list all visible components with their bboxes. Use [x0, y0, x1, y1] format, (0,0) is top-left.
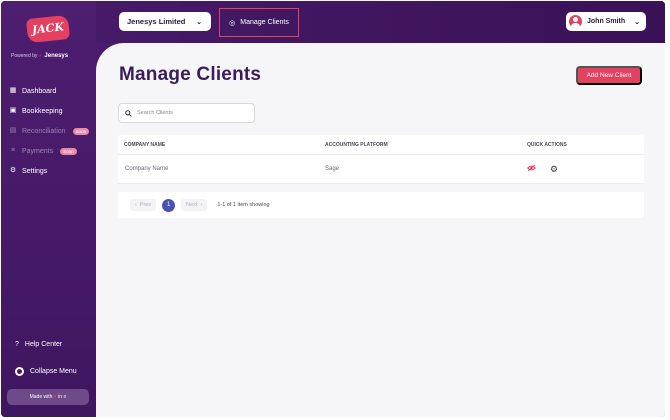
next-page-button[interactable]: Next › [181, 199, 208, 211]
jenesys-mark-icon: ✓ [38, 53, 43, 59]
sidebar: JACK Powered by ✓ Jenesys ▦ Dashboard ▣ … [1, 1, 96, 417]
search-box[interactable] [118, 103, 255, 123]
globe-icon: ◎ [229, 19, 236, 27]
sidebar-item-reconciliation[interactable]: ▤ Reconciliation Soon [9, 121, 93, 141]
manage-clients-link[interactable]: ◎ Manage Clients [219, 8, 299, 37]
soon-badge: Soon [72, 127, 90, 135]
prev-page-button[interactable]: ‹ Prev [130, 199, 157, 211]
page-title: Manage Clients [119, 64, 262, 85]
clients-table: COMPANY NAME ACCOUNTING PLATFORM QUICK A… [118, 135, 644, 184]
made-in-label: in [58, 394, 63, 400]
user-menu[interactable]: John Smith ⌄ [566, 12, 646, 31]
search-icon [125, 109, 132, 117]
soon-badge: Soon [60, 147, 77, 155]
prev-label: Prev [139, 202, 152, 208]
table-header: COMPANY NAME ACCOUNTING PLATFORM QUICK A… [118, 135, 644, 155]
main-panel: Manage Clients Add New Client COMPANY NA… [96, 43, 665, 417]
settings-gear-icon[interactable]: ⚙ [550, 164, 558, 175]
help-center-link[interactable]: ? Help Center [15, 341, 62, 348]
sidebar-item-dashboard[interactable]: ▦ Dashboard [9, 81, 93, 101]
sidebar-item-settings[interactable]: ⚙ Settings [9, 161, 93, 181]
sidebar-item-label: Reconciliation [22, 127, 66, 135]
manage-clients-label: Manage Clients [240, 19, 289, 26]
quick-actions-cell: ⚙ [523, 164, 644, 175]
app-window: JACK Powered by ✓ Jenesys ▦ Dashboard ▣ … [1, 1, 665, 417]
powered-brand: Jenesys [44, 53, 69, 59]
collapse-icon [15, 367, 24, 376]
sidebar-nav: ▦ Dashboard ▣ Bookkeeping ▤ Reconciliati… [9, 81, 93, 181]
eye-off-icon[interactable] [527, 164, 536, 174]
company-select-value: Jenesys Limited [127, 17, 186, 26]
column-header-actions: QUICK ACTIONS [527, 141, 567, 148]
powered-by-label: Powered by [11, 53, 38, 59]
company-select[interactable]: Jenesys Limited ⌄ [119, 12, 211, 31]
gear-icon: ⚙ [9, 167, 17, 174]
sidebar-item-label: Bookkeeping [22, 107, 63, 115]
column-header-platform: ACCOUNTING PLATFORM [325, 141, 388, 148]
collapse-menu-button[interactable]: Collapse Menu [15, 367, 77, 376]
pagination: ‹ Prev 1 Next › 1-1 of 1 item showing [118, 192, 644, 218]
jack-logo[interactable]: JACK [25, 14, 71, 44]
chevron-right-icon: › [200, 202, 203, 208]
add-new-client-button[interactable]: Add New Client [576, 66, 642, 85]
book-icon: ▣ [9, 107, 17, 114]
heart-icon: ♥ [53, 394, 57, 400]
user-name: John Smith [587, 18, 626, 25]
company-name-cell: Company Name [125, 166, 169, 172]
search-input[interactable] [137, 110, 247, 116]
sidebar-item-label: Dashboard [22, 87, 57, 95]
pagination-info: 1-1 of 1 item showing [217, 202, 270, 208]
sidebar-item-label: Settings [22, 167, 48, 175]
page-number-current[interactable]: 1 [162, 198, 176, 212]
grid-icon: ▦ [9, 87, 17, 94]
chevron-left-icon: ‹ [135, 202, 137, 208]
sidebar-item-payments[interactable]: ≡ Payments Soon [9, 141, 93, 161]
column-header-company: COMPANY NAME [124, 141, 166, 148]
chevron-down-icon: ⌄ [196, 18, 202, 26]
platform-cell: Sage [325, 166, 340, 172]
table-row: Company Name Sage ⚙ [118, 155, 644, 184]
next-label: Next [186, 202, 198, 208]
chevron-down-icon: ⌄ [634, 18, 640, 26]
made-with-badge: Made with ♥ in ≡ [7, 389, 89, 405]
avatar [569, 15, 582, 28]
made-with-label: Made with [29, 394, 53, 400]
powered-by: Powered by ✓ Jenesys [11, 53, 68, 59]
flag-icon: ≡ [63, 394, 67, 400]
topbar: Jenesys Limited ⌄ ◎ Manage Clients John … [96, 1, 665, 43]
sidebar-item-bookkeeping[interactable]: ▣ Bookkeeping [9, 101, 93, 121]
payments-icon: ≡ [10, 147, 16, 154]
reconcile-icon: ▤ [9, 127, 17, 134]
question-icon: ? [15, 341, 19, 348]
collapse-menu-label: Collapse Menu [30, 368, 77, 375]
help-center-label: Help Center [24, 341, 63, 348]
sidebar-item-label: Payments [22, 147, 54, 155]
